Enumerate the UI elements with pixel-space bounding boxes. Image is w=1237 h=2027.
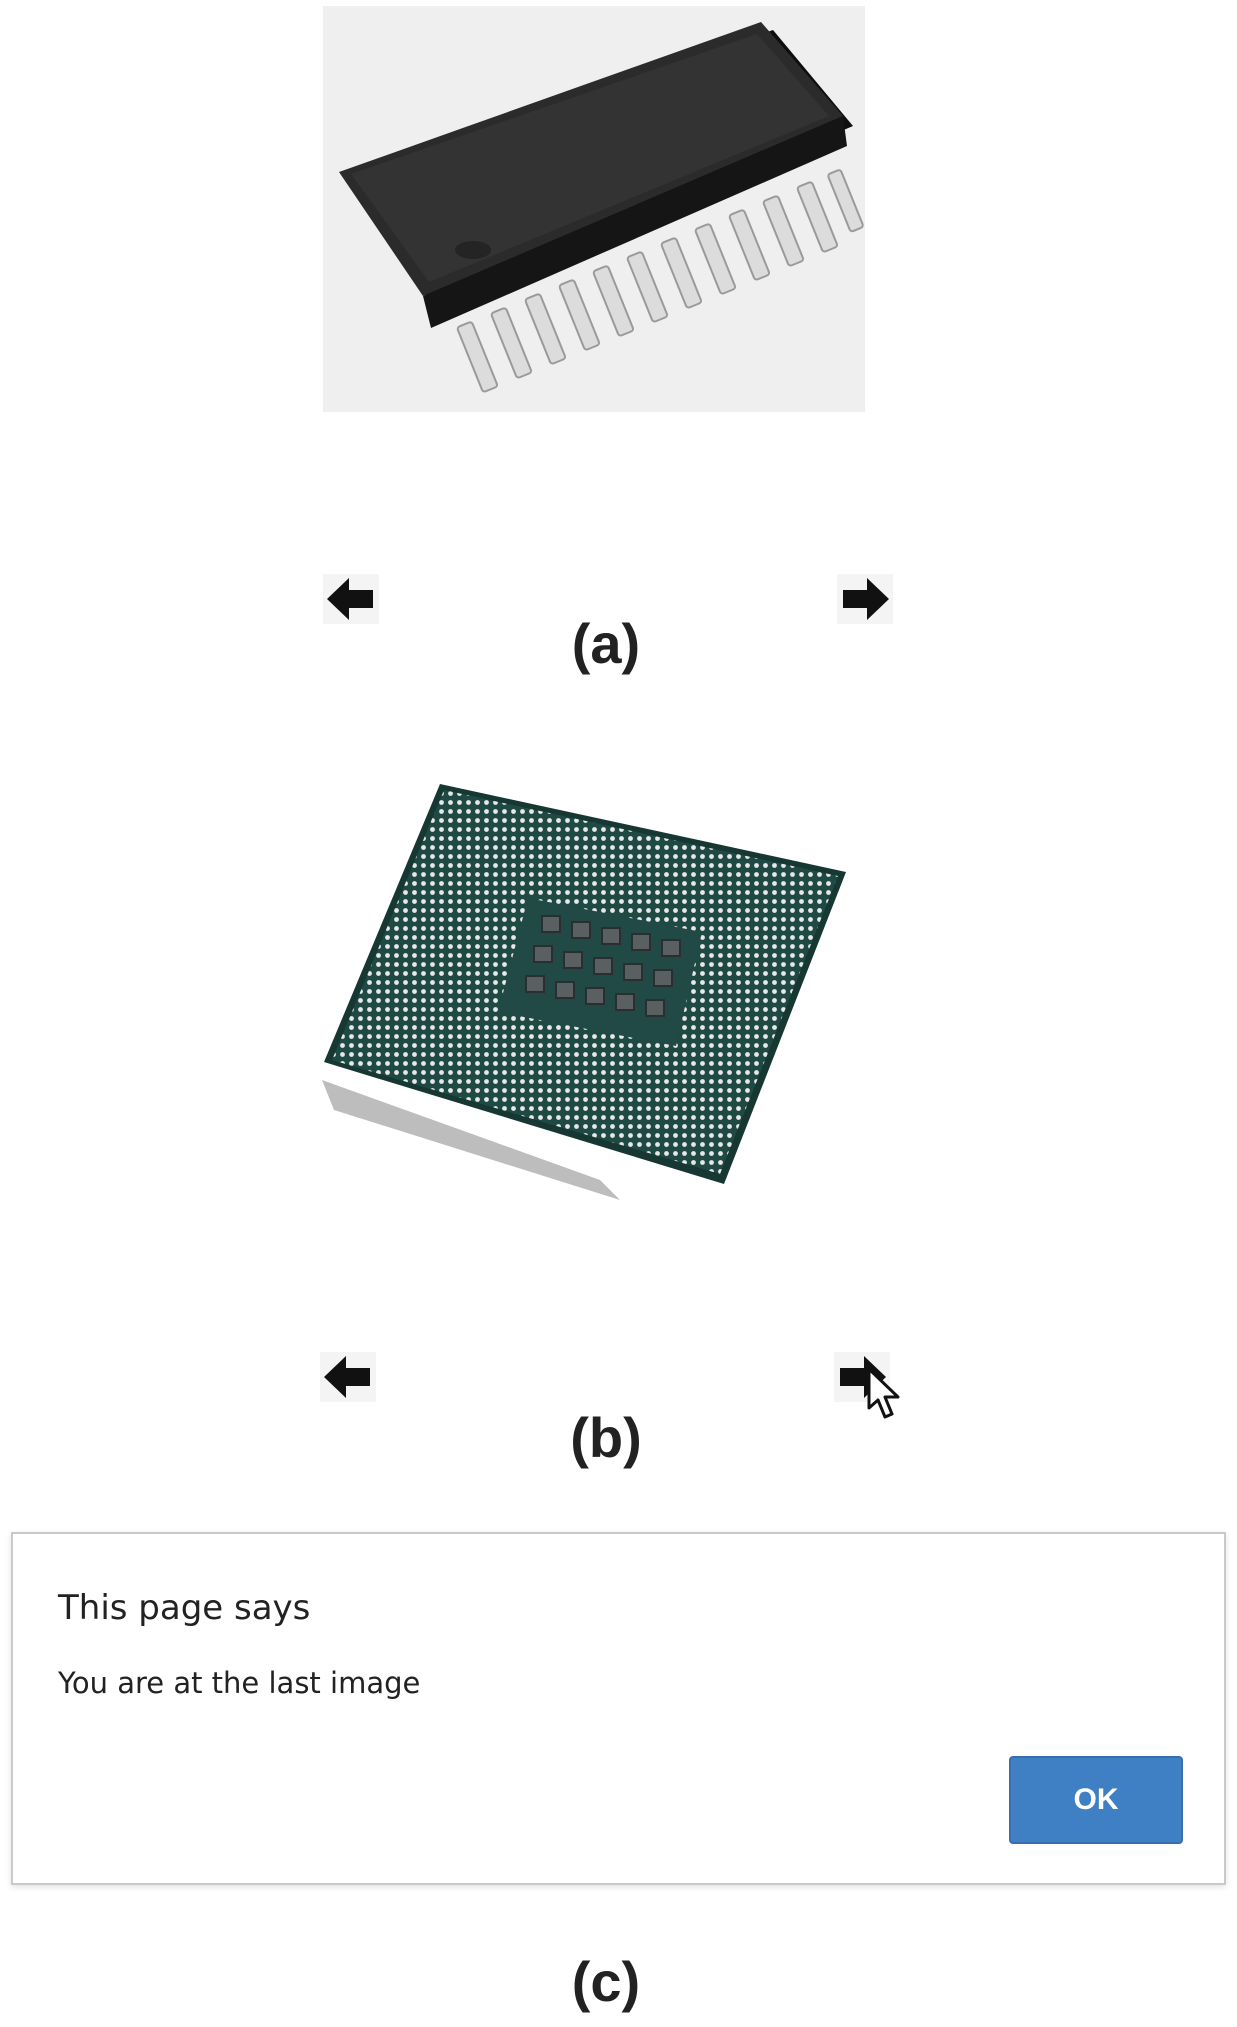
previous-image-button[interactable]	[320, 1352, 376, 1402]
caption-b: (b)	[570, 1406, 642, 1469]
dialog-message: You are at the last image	[58, 1666, 421, 1700]
previous-image-button[interactable]	[323, 574, 379, 624]
alert-dialog: This page says You are at the last image…	[11, 1532, 1226, 1885]
caption-a: (a)	[571, 612, 641, 675]
next-image-button[interactable]	[837, 574, 893, 624]
mouse-pointer-icon	[866, 1366, 906, 1420]
arrow-right-icon	[837, 574, 893, 624]
ok-button[interactable]: OK	[1009, 1756, 1183, 1844]
chip-image	[323, 6, 865, 412]
soic-chip-icon	[323, 6, 865, 412]
processor-image	[320, 780, 860, 1200]
cpu-processor-icon	[322, 784, 846, 1200]
caption-c: (c)	[571, 1950, 641, 2013]
arrow-left-icon	[320, 1352, 376, 1402]
arrow-left-icon	[323, 574, 379, 624]
dialog-title: This page says	[58, 1588, 311, 1628]
